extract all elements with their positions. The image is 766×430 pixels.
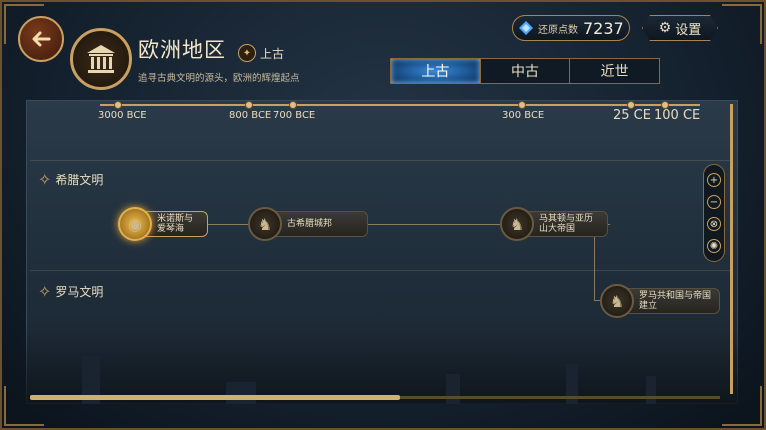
event-node-label: 古希腊城邦 [272,211,368,237]
timeline-tick-label: 300 BCE [502,110,545,121]
temple-icon [87,45,115,73]
event-node-macedon[interactable]: ♞ 马其顿与亚历山大帝国 [500,207,608,241]
region-subtitle: 追寻古典文明的源头，欧洲的辉煌起点 [138,73,300,84]
frame-corner-ornament [722,4,762,44]
tab-early-modern[interactable]: 近世 [570,59,659,83]
tab-ancient[interactable]: 上古 [391,59,481,83]
timeline-tick-label: 700 BCE [273,110,316,121]
restore-points-label: 还原点数 [538,24,578,36]
event-node-greek-city-states[interactable]: ♞ 古希腊城邦 [248,207,368,241]
fit-view-icon[interactable]: ⊗ [707,217,721,231]
center-view-icon[interactable]: ✺ [707,239,721,253]
timeline-axis [100,104,700,106]
back-button[interactable] [18,16,64,62]
gold-coin-icon: ◉ [118,207,152,241]
zoom-in-button[interactable]: + [707,173,721,187]
timeline-tick [289,101,297,109]
era-tag-label: 上古 [260,46,285,61]
compass-star-icon: ✧ [38,282,52,301]
horseman-icon: ♞ [500,207,534,241]
timeline-tick [114,101,122,109]
era-tabs: 上古 中古 近世 [390,58,660,84]
zoom-out-button[interactable]: − [707,195,721,209]
tab-medieval[interactable]: 中古 [481,59,571,83]
diamond-icon [519,21,533,35]
compass-star-icon: ✧ [38,170,52,189]
restore-points-value: 7237 [583,18,624,38]
timeline-tick-label: 100 CE [654,108,701,123]
timeline-tick [245,101,253,109]
civ-name: 希腊文明 [55,173,104,187]
civ-name: 罗马文明 [55,285,104,299]
event-node-roman-republic[interactable]: ♞ 罗马共和国与帝国建立 [600,284,720,318]
ruin-silhouette [446,374,460,404]
timeline-tick-label: 800 BCE [229,110,272,121]
ruin-silhouette [646,376,656,404]
region-title: 欧洲地区 [138,38,226,62]
timeline-tick-label: 3000 BCE [98,110,147,121]
restore-points-display: 还原点数 7237 [512,15,630,41]
row-divider [30,160,730,161]
row-divider [30,270,730,271]
era-tag: ✦ 上古 [238,44,284,62]
civ-row-roman: ✧ 罗马文明 [38,282,103,301]
horizontal-scrollbar-thumb[interactable] [30,395,400,400]
era-star-icon: ✦ [238,44,256,62]
settings-label: 设置 [675,22,702,38]
event-node-label: 罗马共和国与帝国建立 [624,288,720,314]
civ-row-greek: ✧ 希腊文明 [38,170,103,189]
back-arrow-icon [32,31,51,47]
horseman-icon: ♞ [248,207,282,241]
vertical-scrollbar[interactable] [730,104,733,394]
gear-icon: ⚙ [658,20,672,36]
settings-button[interactable]: ⚙ 设置 [642,15,718,41]
timeline-tick [518,101,526,109]
timeline-tick-label: 25 CE [613,108,651,123]
zoom-controls: + − ⊗ ✺ [703,164,725,262]
region-emblem [70,28,132,90]
ruins-background [26,330,738,404]
event-node-minoan[interactable]: ◉ 米诺斯与爱琴海 [118,207,208,241]
horseman-icon: ♞ [600,284,634,318]
ruin-silhouette [226,382,256,404]
event-node-label: 马其顿与亚历山大帝国 [524,211,608,237]
